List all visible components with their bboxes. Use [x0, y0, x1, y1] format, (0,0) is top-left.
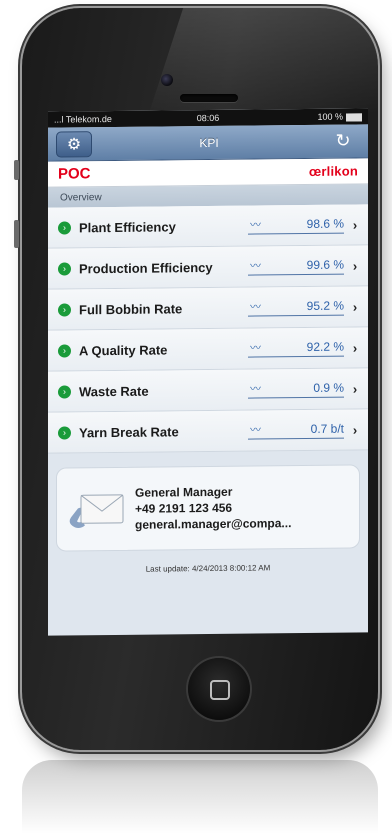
gear-icon: ⚙: [66, 135, 82, 153]
status-ok-icon: ›: [58, 384, 71, 399]
contact-email[interactable]: general.manager@compa...: [135, 515, 291, 533]
trend-chart-icon: 〰: [250, 383, 261, 396]
kpi-value: 95.2 %: [306, 298, 344, 313]
navigation-bar: ⚙ KPI ↻: [48, 124, 368, 162]
trend-chart-icon: 〰: [250, 301, 261, 314]
status-ok-icon: ›: [58, 343, 71, 358]
front-camera: [161, 74, 173, 86]
last-update: Last update: 4/24/2013 8:00:12 AM: [145, 563, 271, 574]
kpi-row-plant-efficiency[interactable]: › Plant Efficiency 〰 98.6 % ›: [48, 204, 368, 249]
trend-chart-icon: 〰: [250, 260, 261, 273]
kpi-row-production-efficiency[interactable]: › Production Efficiency 〰 99.6 % ›: [48, 245, 368, 290]
kpi-label: Plant Efficiency: [79, 218, 176, 235]
kpi-label: A Quality Rate: [79, 341, 168, 358]
kpi-value: 0.7 b/t: [310, 421, 344, 436]
app-screen: ...l Telekom.de 08:06 100 % ⚙ KPI ↻ POC …: [48, 108, 368, 636]
kpi-list: › Plant Efficiency 〰 98.6 % › › Productio…: [48, 204, 368, 454]
chevron-right-icon: ›: [352, 257, 358, 273]
home-button[interactable]: [188, 658, 250, 720]
clock: 08:06: [196, 112, 220, 124]
chevron-right-icon: ›: [352, 380, 358, 396]
contact-details: General Manager +49 2191 123 456 general…: [135, 483, 291, 533]
trend-chart-icon: 〰: [250, 342, 261, 355]
phone-reflection: [22, 760, 378, 834]
kpi-value-link[interactable]: 〰 98.6 %: [248, 215, 344, 235]
home-square-icon: [210, 680, 230, 700]
kpi-row-a-quality-rate[interactable]: › A Quality Rate 〰 92.2 % ›: [48, 327, 368, 372]
kpi-value-link[interactable]: 〰 99.6 %: [248, 256, 344, 276]
contact-name: General Manager: [135, 484, 233, 500]
kpi-row-waste-rate[interactable]: › Waste Rate 〰 0.9 % ›: [48, 368, 368, 413]
chevron-right-icon: ›: [352, 421, 358, 437]
battery-icon: [346, 113, 363, 122]
mute-switch: [14, 160, 19, 180]
battery: 100 %: [259, 111, 363, 122]
kpi-value-link[interactable]: 〰 95.2 %: [248, 297, 344, 317]
kpi-row-full-bobbin-rate[interactable]: › Full Bobbin Rate 〰 95.2 % ›: [48, 286, 368, 331]
volume-up-button: [14, 220, 19, 248]
kpi-row-yarn-break-rate[interactable]: › Yarn Break Rate 〰 0.7 b/t ›: [48, 409, 368, 454]
contact-card[interactable]: General Manager +49 2191 123 456 general…: [56, 464, 360, 552]
kpi-label: Production Efficiency: [79, 259, 213, 276]
kpi-value-link[interactable]: 〰 0.7 b/t: [248, 420, 344, 440]
trend-chart-icon: 〰: [250, 424, 261, 437]
status-ok-icon: ›: [58, 302, 71, 317]
status-ok-icon: ›: [58, 220, 71, 235]
oerlikon-logo: œrlikon: [308, 163, 358, 179]
mail-phone-icon: [57, 487, 135, 532]
chevron-right-icon: ›: [352, 339, 358, 355]
status-ok-icon: ›: [58, 261, 71, 276]
carrier-label: ...l Telekom.de: [54, 114, 112, 125]
kpi-value: 99.6 %: [306, 257, 344, 272]
refresh-button[interactable]: ↻: [326, 130, 360, 151]
kpi-value: 92.2 %: [306, 339, 344, 354]
page-title: KPI: [199, 135, 219, 150]
settings-button[interactable]: ⚙: [56, 130, 92, 158]
kpi-value: 0.9 %: [313, 380, 344, 395]
chevron-right-icon: ›: [352, 298, 358, 314]
poc-label: POC: [58, 165, 91, 183]
refresh-icon: ↻: [335, 130, 351, 151]
battery-label: 100 %: [317, 111, 344, 122]
brand-bar: POC œrlikon: [48, 158, 368, 188]
status-ok-icon: ›: [58, 425, 71, 440]
kpi-label: Yarn Break Rate: [79, 423, 179, 440]
kpi-value: 98.6 %: [306, 216, 344, 231]
contact-phone[interactable]: +49 2191 123 456: [135, 499, 291, 517]
section-title: Overview: [60, 191, 102, 204]
kpi-value-link[interactable]: 〰 92.2 %: [248, 338, 344, 358]
chevron-right-icon: ›: [352, 216, 358, 232]
kpi-value-link[interactable]: 〰 0.9 %: [248, 379, 344, 399]
trend-chart-icon: 〰: [250, 219, 261, 232]
kpi-label: Full Bobbin Rate: [79, 300, 183, 317]
earpiece-speaker: [180, 94, 238, 102]
kpi-label: Waste Rate: [79, 383, 149, 399]
